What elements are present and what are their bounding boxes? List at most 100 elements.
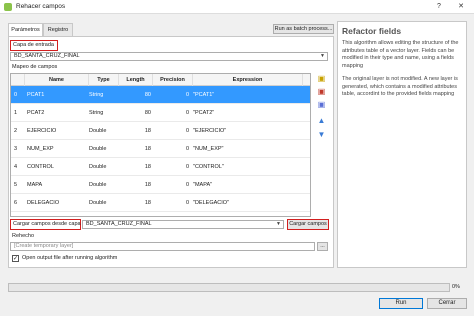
field-length: 18 [144,146,151,152]
header-expression: Expression [193,74,303,86]
field-length: 18 [144,164,151,170]
tab-registro[interactable]: Registro [43,23,73,36]
run-as-batch-button[interactable]: Run as batch process... [273,24,334,34]
table-row[interactable]: 1 PCAT2 String 80 0 "PCAT2" [11,104,310,122]
title-bar: Rehacer campos ? ✕ [0,0,474,14]
output-path-input[interactable]: [Create temporary layer] [10,242,315,251]
field-mapping-label: Mapeo de campos [12,64,58,70]
table-row[interactable]: 0 PCAT1 String 80 0 "PCAT1" [11,86,310,104]
table-header: Name Type Length Precision Expression [11,74,310,86]
add-field-icon[interactable]: ▣ [316,73,327,84]
field-length: 80 [144,92,151,98]
field-type: Double [89,212,119,216]
input-layer-select[interactable]: BD_SANTA_CRUZ_FINAL ▼ [10,52,328,61]
open-output-label: Open output file after running algorithm [22,255,118,261]
field-precision: 0 [185,92,189,98]
field-precision: 0 [185,128,189,134]
field-expression: "EJERCICIO" [193,128,227,134]
table-row[interactable]: 5 MAPA Double 18 0 "MAPA" [11,176,310,194]
field-precision: 0 [185,200,189,206]
load-layer-select[interactable]: BD_SANTA_CRUZ_FINAL ▼ [82,220,284,229]
field-expression: "MAPA" [193,182,213,188]
run-button[interactable]: Run [379,298,423,309]
field-precision: 0 [185,146,189,152]
output-label: Rehecho [12,233,35,239]
field-expression: "CONTROL" [193,164,224,170]
field-precision: 0 [153,212,189,216]
help-title: Refactor fields [342,26,402,36]
table-row[interactable]: 7MUNICIPIODouble180 "MUNICIPIO" [11,212,310,216]
chevron-down-icon: ▼ [320,53,325,59]
field-type: Double [89,182,107,188]
field-length: 18 [144,182,151,188]
help-paragraph-1: This algorithm allows editing the struct… [342,40,459,69]
field-expression: "NUM_EXP" [193,146,224,152]
delete-field-icon[interactable]: ▣ [316,86,327,97]
header-type: Type [89,74,119,86]
row-index: 7 [14,212,24,216]
window-title: Rehacer campos [16,3,66,10]
field-length: 18 [144,200,151,206]
field-name: PCAT1 [27,92,45,98]
field-precision: 0 [185,164,189,170]
chevron-down-icon: ▼ [276,221,281,227]
browse-output-button[interactable]: ... [317,242,328,251]
row-index: 4 [14,164,18,170]
row-index: 2 [14,128,18,134]
field-name: DELEGACIO [27,200,60,206]
field-name: MUNICIPIO [27,212,87,216]
move-down-icon[interactable]: ▼ [316,129,327,140]
help-icon[interactable]: ? [432,2,446,12]
row-index: 5 [14,182,18,188]
field-type: Double [89,128,107,134]
table-row[interactable]: 6 DELEGACIO Double 18 0 "DELEGACIO" [11,194,310,212]
field-name: EJERCICIO [27,128,57,134]
reset-fields-icon[interactable]: ▣ [316,99,327,110]
table-row[interactable]: 2 EJERCICIO Double 18 0 "EJERCICIO" [11,122,310,140]
load-layer-value: BD_SANTA_CRUZ_FINAL [86,221,152,227]
load-fields-button[interactable]: Cargar campos [287,219,329,230]
table-row[interactable]: 4 CONTROL Double 18 0 "CONTROL" [11,158,310,176]
row-index: 1 [14,110,18,116]
tab-parametros[interactable]: Parámetros [8,23,43,36]
open-output-checkbox[interactable]: ✓ [12,255,19,262]
progress-percent: 0% [452,284,460,290]
field-type: Double [89,200,107,206]
help-paragraph-2: The original layer is not modified. A ne… [342,76,458,97]
field-precision: 0 [185,110,189,116]
header-name: Name [25,74,89,86]
qgis-app-icon [4,3,12,11]
field-name: PCAT2 [27,110,45,116]
field-mapping-table[interactable]: Name Type Length Precision Expression 0 P… [10,73,311,217]
field-expression: "PCAT2" [193,110,215,116]
row-index: 0 [14,92,18,98]
input-layer-label: Capa de entrada [10,40,58,51]
field-precision: 0 [185,182,189,188]
move-up-icon[interactable]: ▲ [316,115,327,126]
field-length: 80 [144,110,151,116]
field-type: String [89,110,104,116]
field-expression: "DELEGACIO" [193,200,229,206]
close-button[interactable]: Cerrar [427,298,467,309]
table-row[interactable]: 3 NUM_EXP Double 18 0 "NUM_EXP" [11,140,310,158]
field-name: MAPA [27,182,43,188]
field-type: Double [89,164,107,170]
progress-bar [8,283,450,292]
close-icon[interactable]: ✕ [454,2,468,12]
field-type: Double [89,146,107,152]
header-length: Length [119,74,153,86]
header-precision: Precision [153,74,193,86]
row-index: 6 [14,200,18,206]
field-type: String [89,92,104,98]
row-index: 3 [14,146,18,152]
field-name: NUM_EXP [27,146,54,152]
load-fields-label: Cargar campos desde capa [10,219,81,230]
field-name: CONTROL [27,164,54,170]
field-length: 18 [144,128,151,134]
field-expression: "PCAT1" [193,92,215,98]
input-layer-value: BD_SANTA_CRUZ_FINAL [14,53,80,59]
field-length: 18 [121,212,151,216]
help-panel: Refactor fields This algorithm allows ed… [337,21,467,268]
field-expression: "MUNICIPIO" [193,212,303,216]
header-index [11,74,25,86]
